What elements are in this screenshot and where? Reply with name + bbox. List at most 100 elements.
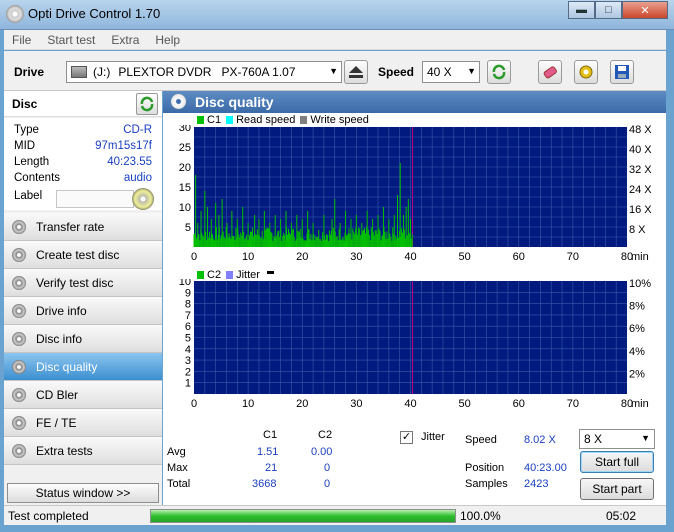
test-speed-select[interactable]: 8 X ▼: [579, 429, 655, 449]
c2-chart: 0 10 20 30 40 50 60 70 80min12345678910 10%8%6%4%…: [179, 279, 651, 410]
nav-item-cd-bler[interactable]: CD Bler: [4, 381, 162, 409]
x-tick-label: 10: [242, 398, 254, 410]
x-tick-label: 20: [296, 398, 308, 410]
nav-item-verify-test-disc[interactable]: Verify test disc: [4, 269, 162, 297]
info-value: CD-R: [123, 124, 152, 136]
panel-title: Disc quality: [195, 94, 274, 110]
x-tick-label: 30: [350, 251, 362, 263]
info-key: Label: [14, 190, 43, 202]
info-row-type: Type CD-R: [14, 124, 156, 136]
x-unit-label: min: [631, 398, 649, 410]
refresh-icon: [140, 96, 154, 112]
speed-stat-value: 8.02 X: [524, 434, 556, 446]
chevron-down-icon: ▼: [467, 66, 476, 76]
y-tick-label: 8: [185, 299, 191, 311]
x-tick-label: 20: [296, 251, 308, 263]
refresh-disc-button[interactable]: [136, 93, 158, 115]
window-title: Opti Drive Control 1.70: [28, 6, 161, 21]
erase-button[interactable]: [538, 60, 562, 84]
start-part-button[interactable]: Start part: [580, 478, 654, 500]
refresh-speed-button[interactable]: [487, 60, 511, 84]
samples-value: 2423: [524, 478, 549, 490]
menu-extra[interactable]: Extra: [103, 33, 147, 47]
nav-item-disc-info[interactable]: Disc info: [4, 325, 162, 353]
disc-icon: [12, 360, 26, 374]
nav-item-label: Drive info: [36, 303, 87, 318]
y2-tick-label: 40 X: [629, 144, 652, 156]
disc-icon: [12, 220, 26, 234]
drive-letter: (J:): [93, 65, 111, 79]
disc-icon: [12, 248, 26, 262]
info-key: Type: [14, 124, 39, 136]
progress-fill: [151, 510, 455, 522]
x-unit-label: min: [631, 251, 649, 263]
disc-title: Disc: [12, 97, 38, 111]
speed-select[interactable]: 40 X ▼: [422, 61, 480, 83]
drive-icon: [71, 66, 87, 78]
label-input[interactable]: [56, 190, 134, 208]
disc-icon: [12, 388, 26, 402]
stat-label-max: Max: [167, 462, 188, 474]
y-tick-label: 9: [185, 287, 191, 299]
y2-tick-label: 16 X: [629, 204, 652, 216]
nav-item-disc-quality[interactable]: Disc quality: [4, 353, 162, 381]
menu-bar: File Start test Extra Help: [4, 30, 666, 50]
stat-avg-c1: 1.51: [257, 446, 279, 458]
y-tick-label: 3: [185, 355, 191, 367]
legend-swatch-c2: [197, 271, 204, 279]
disc-info: Type CD-R MID 97m15s17f Length 40:23.55 …: [4, 118, 162, 210]
status-window-button[interactable]: Status window >>: [7, 483, 159, 503]
toolbar: Drive (J:) PLEXTOR DVDR PX-760A 1.07 ▼ S…: [4, 51, 666, 91]
drive-select[interactable]: (J:) PLEXTOR DVDR PX-760A 1.07 ▼: [66, 61, 342, 83]
nav-item-label: Create test disc: [36, 247, 120, 262]
samples-label: Samples: [465, 478, 508, 490]
save-button[interactable]: [610, 60, 634, 84]
stat-total-c2: 0: [324, 478, 331, 490]
stat-label-avg: Avg: [167, 446, 186, 458]
chevron-down-icon: ▼: [329, 66, 338, 76]
chevron-down-icon: ▼: [641, 433, 650, 443]
nav-item-label: Disc info: [36, 331, 83, 346]
main-panel: Disc quality C1 Read speed Write speed 0…: [163, 91, 666, 505]
nav-list: Transfer rate Create test disc Verify test…: [4, 213, 162, 465]
start-full-button[interactable]: Start full: [580, 451, 654, 473]
y-tick-label: 1: [185, 378, 191, 390]
disc-icon: [12, 332, 26, 346]
info-value: 97m15s17f: [95, 140, 152, 152]
menu-file[interactable]: File: [4, 33, 39, 47]
menu-start-test[interactable]: Start test: [39, 33, 103, 47]
eject-button[interactable]: [344, 60, 368, 84]
nav-item-extra-tests[interactable]: Extra tests: [4, 437, 162, 465]
y2-tick-label: 32 X: [629, 164, 652, 176]
position-label: Position: [465, 462, 505, 474]
y-tick-label: 4: [185, 344, 191, 356]
nav-item-create-test-disc[interactable]: Create test disc: [4, 241, 162, 269]
x-tick-label: 60: [513, 251, 525, 263]
info-row-mid: MID 97m15s17f: [14, 140, 156, 152]
legend-swatch-write: [300, 116, 308, 124]
drive-name: PLEXTOR DVDR PX-760A 1.07: [118, 65, 296, 79]
close-button[interactable]: ✕: [622, 1, 668, 19]
nav-item-label: FE / TE: [36, 415, 77, 430]
info-row-length: Length 40:23.55: [14, 156, 156, 168]
speed-label: Speed: [378, 65, 415, 79]
minimize-button[interactable]: ▬: [568, 1, 595, 19]
position-value: 40:23.00: [524, 462, 567, 474]
x-tick-label: 0: [191, 251, 197, 263]
settings-button[interactable]: [574, 60, 598, 84]
nav-item-drive-info[interactable]: Drive info: [4, 297, 162, 325]
nav-item-fe-te[interactable]: FE / TE: [4, 409, 162, 437]
info-row-label: Label: [14, 188, 156, 210]
maximize-button[interactable]: □: [595, 1, 622, 19]
eraser-icon: [543, 66, 557, 79]
floppy-icon: [615, 65, 629, 79]
info-key: Length: [14, 156, 50, 168]
progress-percent: 100.0%: [460, 509, 501, 523]
legend-swatch-read: [226, 116, 234, 124]
jitter-checkbox[interactable]: ✓: [400, 431, 413, 444]
status-bar: Test completed 100.0% 05:02: [4, 505, 666, 525]
y-tick-label: 15: [179, 182, 191, 194]
nav-item-transfer-rate[interactable]: Transfer rate: [4, 213, 162, 241]
cd-label-button[interactable]: [132, 188, 154, 210]
menu-help[interactable]: Help: [147, 33, 188, 47]
